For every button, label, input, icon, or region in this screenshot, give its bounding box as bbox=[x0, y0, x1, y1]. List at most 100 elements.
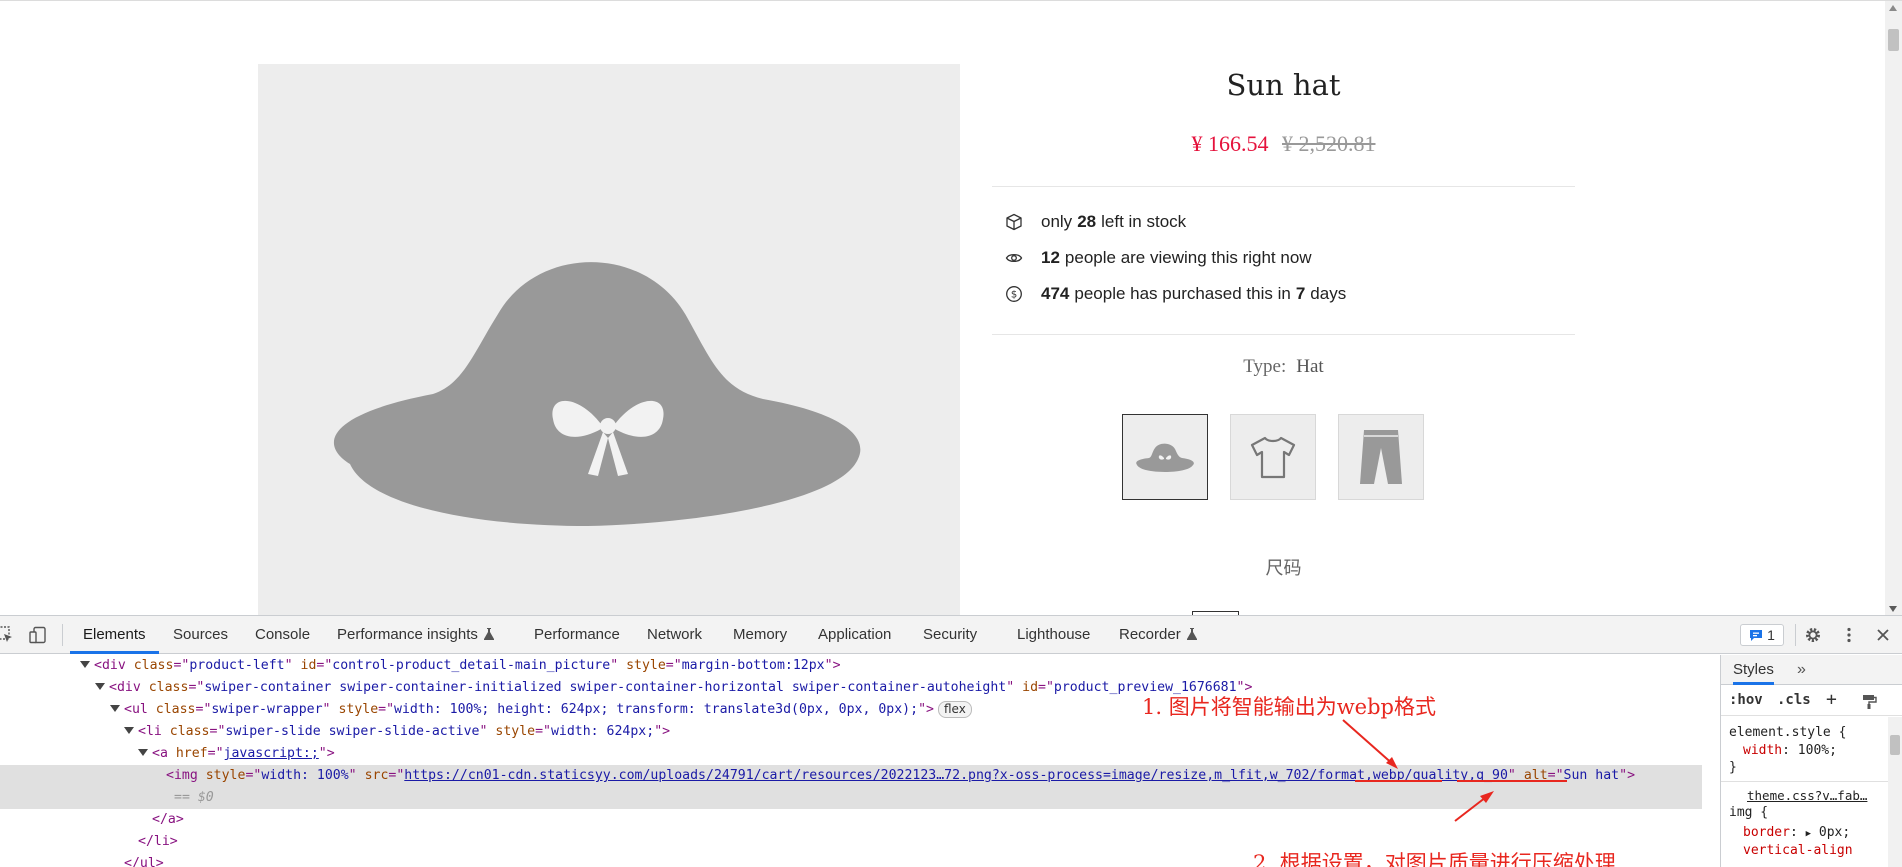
hat-icon bbox=[1136, 443, 1194, 472]
tab-network[interactable]: Network bbox=[647, 616, 702, 654]
issues-count: 1 bbox=[1767, 627, 1775, 643]
elements-dom-tree: <div class="product-left" id="control-pr… bbox=[0, 655, 1702, 867]
expand-triangle-icon[interactable] bbox=[124, 727, 134, 734]
scroll-thumb[interactable] bbox=[1888, 29, 1899, 51]
inspect-element-icon[interactable] bbox=[0, 626, 14, 644]
dom-node-anchor[interactable]: <a href="javascript:;"> bbox=[0, 743, 1702, 765]
devtools-panel: Elements Sources Console Performance ins… bbox=[0, 615, 1902, 867]
more-tabs-icon[interactable]: » bbox=[1797, 655, 1806, 685]
variant-hat[interactable] bbox=[1122, 414, 1208, 500]
dom-node-swiper-slide[interactable]: <li class="swiper-slide swiper-slide-act… bbox=[0, 721, 1702, 743]
stock-info: only 28 left in stock bbox=[1005, 211, 1186, 233]
product-main-image[interactable] bbox=[258, 64, 960, 615]
issues-badge[interactable]: 1 bbox=[1740, 624, 1784, 646]
close-devtools-icon[interactable] bbox=[1874, 626, 1892, 644]
purchases-info: $ 474 people has purchased this in 7 day… bbox=[1005, 283, 1346, 305]
styles-tabbar: Styles » bbox=[1721, 655, 1902, 685]
product-page: Sun hat ¥ 166.54 ¥ 2,520.81 only 28 left… bbox=[0, 0, 1902, 615]
purchased-count: 474 bbox=[1041, 284, 1070, 303]
rule-source-link[interactable]: theme.css?v…fab… bbox=[1747, 788, 1867, 803]
variant-tshirt[interactable] bbox=[1230, 414, 1316, 500]
tab-recorder[interactable]: Recorder bbox=[1119, 616, 1197, 654]
annotation-quality: 2. 根据设置，对图片质量进行压缩处理 bbox=[1253, 851, 1616, 867]
expand-triangle-icon[interactable] bbox=[110, 705, 120, 712]
img-src-link[interactable]: https://cn01-cdn.staticsyy.com/uploads/2… bbox=[404, 768, 1508, 783]
hover-state-button[interactable]: :hov bbox=[1729, 692, 1763, 708]
devtools-tabbar: Elements Sources Console Performance ins… bbox=[0, 616, 1902, 654]
dom-close-anchor[interactable]: </a> bbox=[0, 809, 1702, 831]
settings-gear-icon[interactable] bbox=[1804, 626, 1822, 644]
product-title: Sun hat bbox=[1226, 68, 1341, 102]
tab-memory[interactable]: Memory bbox=[733, 616, 787, 654]
dom-node-img-selected-ref: == $0 bbox=[0, 787, 1702, 809]
styles-scrollbar[interactable] bbox=[1888, 717, 1902, 867]
size-label: 尺码 bbox=[1265, 558, 1302, 578]
tab-performance-insights-label: Performance insights bbox=[337, 626, 478, 643]
eye-icon bbox=[1005, 253, 1023, 263]
styles-pane: Styles » :hov .cls + element.style { wid… bbox=[1720, 655, 1902, 867]
tab-console[interactable]: Console bbox=[255, 616, 310, 654]
styles-toolbar: :hov .cls + bbox=[1721, 686, 1902, 716]
dom-node-swiper-wrapper[interactable]: <ul class="swiper-wrapper" style="width:… bbox=[0, 699, 1702, 721]
new-rule-button[interactable]: + bbox=[1826, 689, 1837, 710]
pants-icon bbox=[1360, 430, 1402, 484]
toolbar-separator bbox=[62, 624, 63, 646]
dom-node-product-left[interactable]: <div class="product-left" id="control-pr… bbox=[0, 655, 1702, 677]
svg-text:$: $ bbox=[1011, 290, 1017, 301]
stock-text-post: left in stock bbox=[1101, 212, 1187, 231]
viewing-text: people are viewing this right now bbox=[1064, 248, 1312, 267]
price-current: ¥ 166.54 bbox=[1191, 131, 1269, 156]
expand-triangle-icon[interactable] bbox=[95, 683, 105, 690]
expand-triangle-icon[interactable] bbox=[80, 661, 90, 668]
tab-styles[interactable]: Styles bbox=[1733, 655, 1774, 685]
expand-triangle-icon[interactable] bbox=[138, 749, 148, 756]
coin-icon: $ bbox=[1006, 286, 1022, 302]
type-line: Type: Hat bbox=[992, 356, 1575, 378]
tab-lighthouse[interactable]: Lighthouse bbox=[1017, 616, 1090, 654]
scroll-thumb[interactable] bbox=[1890, 735, 1900, 755]
variant-swatches bbox=[1122, 414, 1424, 500]
class-toggle-button[interactable]: .cls bbox=[1777, 692, 1811, 708]
more-options-icon[interactable] bbox=[1840, 626, 1858, 644]
type-label: Type: bbox=[1243, 356, 1287, 377]
rule-img-vertical-align[interactable]: vertical-align bbox=[1743, 843, 1853, 858]
stock-text-pre: only bbox=[1041, 212, 1073, 231]
viewing-count: 12 bbox=[1041, 248, 1060, 267]
rule-element-style-selector[interactable]: element.style { bbox=[1729, 725, 1846, 740]
purchased-days: 7 bbox=[1295, 284, 1306, 303]
rule-element-style-close: } bbox=[1729, 760, 1737, 775]
tab-performance-insights[interactable]: Performance insights bbox=[337, 616, 494, 654]
viewers-info: 12 people are viewing this right now bbox=[1005, 247, 1312, 269]
dom-node-img-selected[interactable]: <img style="width: 100%" src="https://cn… bbox=[0, 765, 1702, 787]
device-toolbar-icon[interactable] bbox=[29, 626, 47, 644]
tab-recorder-label: Recorder bbox=[1119, 626, 1181, 643]
scroll-up-icon[interactable] bbox=[1889, 5, 1897, 11]
flex-badge[interactable]: flex bbox=[937, 701, 972, 718]
dom-node-swiper-container[interactable]: <div class="swiper-container swiper-cont… bbox=[0, 677, 1702, 699]
hat-illustration bbox=[333, 262, 861, 526]
experiment-flask-icon bbox=[1186, 628, 1197, 640]
page-scrollbar[interactable] bbox=[1885, 1, 1902, 615]
price-row: ¥ 166.54 ¥ 2,520.81 bbox=[992, 131, 1575, 157]
variant-pants[interactable] bbox=[1338, 414, 1424, 500]
purchased-text: people has purchased this in bbox=[1074, 284, 1291, 303]
price-original: ¥ 2,520.81 bbox=[1282, 131, 1376, 156]
box-icon bbox=[1006, 213, 1022, 231]
tshirt-icon bbox=[1250, 436, 1296, 479]
experiment-flask-icon bbox=[483, 628, 494, 640]
rule-divider bbox=[1721, 781, 1889, 782]
scroll-down-icon[interactable] bbox=[1889, 606, 1897, 612]
tab-sources[interactable]: Sources bbox=[173, 616, 228, 654]
tab-elements[interactable]: Elements bbox=[70, 616, 159, 654]
paint-roller-icon[interactable] bbox=[1861, 694, 1877, 710]
tab-performance[interactable]: Performance bbox=[534, 616, 620, 654]
tab-application[interactable]: Application bbox=[818, 616, 891, 654]
rule-img-selector[interactable]: img { bbox=[1729, 805, 1768, 820]
issues-chat-icon bbox=[1750, 629, 1763, 641]
divider bbox=[992, 186, 1575, 187]
type-value: Hat bbox=[1296, 356, 1324, 377]
rule-element-style-decl[interactable]: width: 100%; bbox=[1743, 743, 1837, 758]
annotation-webp: 1. 图片将智能输出为webp格式 bbox=[1142, 695, 1436, 719]
rule-img-border[interactable]: border: ▶ 0px; bbox=[1743, 825, 1850, 840]
tab-security[interactable]: Security bbox=[923, 616, 977, 654]
